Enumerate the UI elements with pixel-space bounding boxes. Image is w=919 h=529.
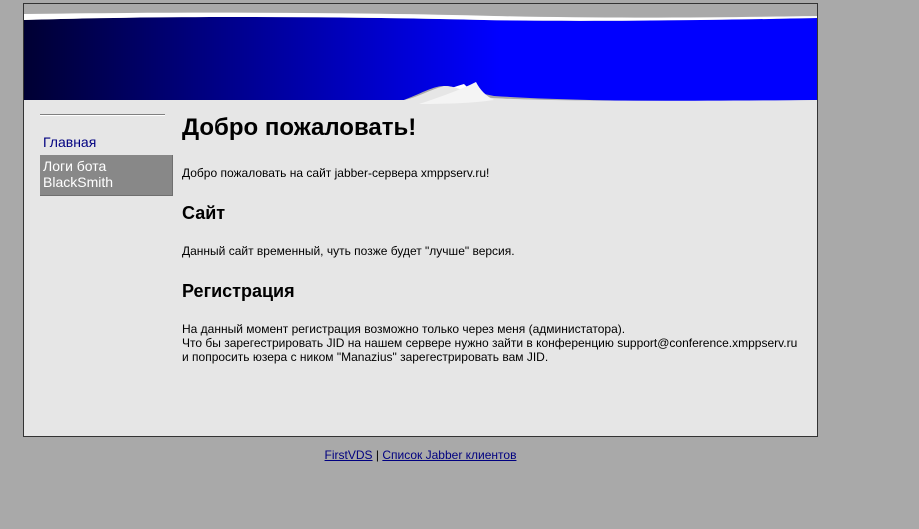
footer: FirstVDS | Список Jabber клиентов [23,448,818,462]
section-text-site: Данный сайт временный, чуть позже будет … [182,244,515,258]
section-heading-site: Сайт [182,203,226,223]
footer-link-jabber-clients[interactable]: Список Jabber клиентов [382,448,516,462]
header-banner [24,4,817,104]
section-heading-registration: Регистрация [182,281,295,301]
banner-graphic [24,4,817,104]
footer-link-firstvds[interactable]: FirstVDS [325,448,373,462]
registration-line-2: Что бы зарегестрировать JID на нашем сер… [182,336,798,350]
section-text-registration: На данный момент регистрация возможно то… [182,322,807,364]
registration-line-1: На данный момент регистрация возможно то… [182,322,626,336]
footer-separator: | [375,448,380,462]
registration-line-3: и попросить юзера с ником "Manazius" зар… [182,350,549,364]
page-title: Добро пожаловать! [182,114,417,141]
sidebar: Главная Логи бота BlackSmith [40,114,173,196]
sidebar-item-bot-logs[interactable]: Логи бота BlackSmith [40,155,173,196]
intro-text: Добро пожаловать на сайт jabber-сервера … [182,166,490,180]
sidebar-divider [40,114,165,116]
main-content: Добро пожаловать! Добро пожаловать на са… [182,112,807,364]
sidebar-item-home[interactable]: Главная [40,132,173,154]
page-frame: Главная Логи бота BlackSmith Добро пожал… [23,3,818,437]
